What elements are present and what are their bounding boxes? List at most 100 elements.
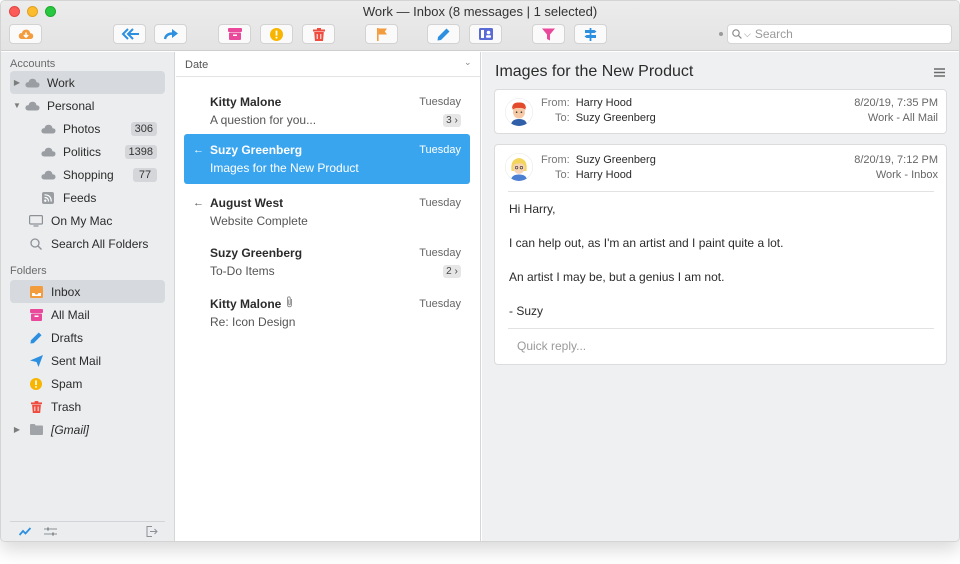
sidebar-item-feeds[interactable]: Feeds (10, 186, 165, 209)
message-header-card[interactable]: From: Harry Hood To: Suzy Greenberg 8/20/1… (494, 89, 947, 134)
message-date: Tuesday (419, 247, 461, 259)
message-subject: A question for you... (210, 113, 317, 127)
all-mail-icon (28, 308, 44, 322)
mark-spam-button[interactable] (260, 24, 293, 44)
avatar (505, 153, 533, 181)
archive-icon (227, 28, 242, 40)
message-folder: Work - All Mail (867, 112, 938, 124)
sidebar-item-label: Photos (63, 121, 101, 136)
disclosure-triangle-icon[interactable]: ▼ (10, 101, 24, 110)
sidebar-item-drafts[interactable]: Drafts (10, 326, 165, 349)
disclosure-triangle-icon[interactable]: ▶ (10, 78, 24, 87)
unread-count-badge: 77 (133, 167, 157, 182)
from-name[interactable]: Suzy Greenberg (576, 154, 656, 166)
message-subject: Re: Icon Design (210, 315, 296, 329)
from-name[interactable]: Harry Hood (576, 97, 632, 109)
forward-icon (163, 29, 178, 40)
quick-reply-input[interactable] (517, 339, 917, 353)
message-subject: Images for the New Product (210, 161, 359, 175)
sidebar-item-gmail[interactable]: ▶ [Gmail] (10, 418, 165, 441)
message-date: 8/20/19, 7:35 PM (854, 97, 938, 109)
sidebar-item-politics[interactable]: Politics 1398 (10, 140, 165, 163)
title-bar: Work — Inbox (8 messages | 1 selected) ⌵… (1, 1, 959, 51)
folder-icon (28, 423, 44, 437)
thread-count-badge[interactable]: 2 › (443, 265, 461, 278)
message-row[interactable]: Kitty Malone Re: Icon Design Tuesday (184, 288, 470, 338)
compose-button[interactable] (427, 24, 460, 44)
message-sender: August West (210, 196, 284, 210)
cloud-icon (40, 145, 56, 159)
message-folder: Work - Inbox (875, 169, 938, 181)
sidebar-item-trash[interactable]: Trash (10, 395, 165, 418)
filter-button[interactable] (532, 24, 565, 44)
sidebar-item-spam[interactable]: Spam (10, 372, 165, 395)
sidebar-item-inbox[interactable]: Inbox (10, 280, 165, 303)
flag-button[interactable] (365, 24, 398, 44)
search-options-chevron-icon[interactable]: ⌵ (744, 29, 751, 40)
to-name[interactable]: Harry Hood (576, 169, 632, 181)
accounts-section-label: Accounts (10, 58, 56, 70)
chevron-down-icon[interactable]: ⌄ (464, 57, 472, 68)
message-subject: To-Do Items (210, 264, 275, 278)
pencil-icon (28, 331, 44, 345)
from-label: From: (541, 154, 570, 166)
settings-sliders-icon[interactable] (44, 526, 57, 540)
sort-button[interactable] (574, 24, 607, 44)
archive-button[interactable] (218, 24, 251, 44)
search-scope-dot (719, 32, 723, 36)
sign-out-icon[interactable] (146, 526, 158, 540)
unread-count-badge: 306 (130, 121, 157, 136)
from-label: From: (541, 97, 570, 109)
thread-count-badge[interactable]: 3 › (443, 114, 461, 127)
sidebar-item-on-my-mac[interactable]: On My Mac (10, 209, 165, 232)
cloud-icon (24, 76, 40, 90)
to-line: To: Suzy Greenberg (555, 112, 656, 124)
hamburger-menu-icon[interactable] (934, 66, 945, 80)
sidebar-item-sent-mail[interactable]: Sent Mail (10, 349, 165, 372)
message-body-line: Hi Harry, (509, 202, 556, 216)
from-line: From: Harry Hood (541, 97, 632, 109)
sidebar-item-work[interactable]: ▶ Work (10, 71, 165, 94)
forward-button[interactable] (154, 24, 187, 44)
sidebar-item-label: Inbox (51, 284, 81, 299)
get-mail-button[interactable] (9, 24, 42, 44)
sidebar-item-photos[interactable]: Photos 306 (10, 117, 165, 140)
signpost-icon (584, 27, 597, 41)
message-row[interactable]: Kitty Malone A question for you... Tuesd… (184, 86, 470, 136)
search-field[interactable]: ⌵ (727, 24, 952, 44)
message-row[interactable]: ← August West Website Complete Tuesday (184, 187, 470, 237)
search-input[interactable] (754, 27, 945, 41)
message-date: Tuesday (419, 197, 461, 209)
reply-all-button[interactable] (113, 24, 146, 44)
message-date: Tuesday (419, 144, 461, 156)
message-sender: Kitty Malone (210, 95, 282, 109)
delete-button[interactable] (302, 24, 335, 44)
sidebar-item-search-all-folders[interactable]: Search All Folders (10, 232, 165, 255)
sidebar-item-shopping[interactable]: Shopping 77 (10, 163, 165, 186)
trash-icon (28, 400, 44, 414)
reply-all-icon (121, 28, 139, 40)
sidebar-item-all-mail[interactable]: All Mail (10, 303, 165, 326)
to-name[interactable]: Suzy Greenberg (576, 112, 656, 124)
sidebar-item-label: Personal (47, 98, 95, 113)
replied-arrow-icon: ← (193, 144, 204, 156)
sidebar-item-personal[interactable]: ▼ Personal (10, 94, 165, 117)
sidebar: Accounts ▶ Work ▼ Personal Photos 306 Po… (1, 52, 175, 541)
mail-window: Work — Inbox (8 messages | 1 selected) ⌵… (0, 0, 960, 542)
sidebar-item-label: Politics (63, 144, 102, 159)
sidebar-item-label: Feeds (63, 190, 97, 205)
activity-icon[interactable] (18, 526, 32, 540)
message-body-line: I can help out, as I'm an artist and I p… (509, 236, 784, 250)
message-row[interactable]: ← Suzy Greenberg Images for the New Prod… (184, 134, 470, 184)
disclosure-triangle-icon[interactable]: ▶ (10, 425, 24, 434)
sort-header[interactable]: Date ⌄ (176, 52, 480, 77)
contacts-button[interactable] (469, 24, 502, 44)
inbox-icon (28, 285, 44, 299)
thread-title: Images for the New Product (495, 63, 694, 80)
unread-count-badge: 1398 (124, 144, 157, 159)
message-date: Tuesday (419, 298, 461, 310)
cloud-download-icon (18, 29, 33, 39)
quick-reply-divider (508, 328, 934, 329)
message-row[interactable]: Suzy Greenberg To-Do Items Tuesday 2 › (184, 237, 470, 287)
spam-icon (28, 377, 44, 391)
